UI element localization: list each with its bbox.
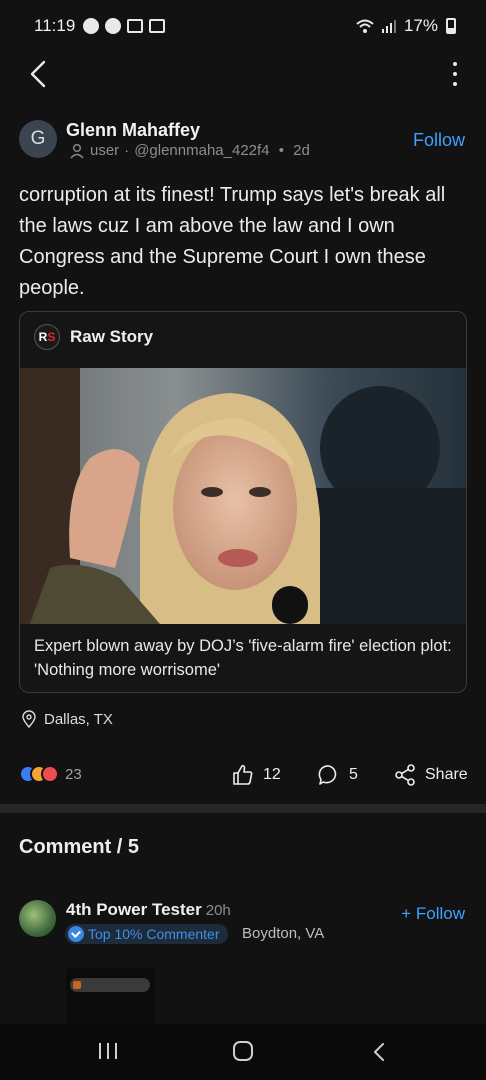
comment-count: 5 [349,766,358,783]
notification-icons [83,18,166,34]
thumbnail-bar [70,978,150,992]
source-name: Raw Story [70,327,154,346]
person-icon [70,143,84,158]
recent-apps-icon[interactable] [99,1043,117,1059]
top-commenter-badge: Top 10% Commenter [65,924,228,944]
commenter-name[interactable]: 4th Power Tester [66,900,202,919]
status-right: 17% [356,16,456,36]
article-title[interactable]: Expert blown away by DOJ’s 'five-alarm f… [34,634,454,682]
meta-separator: · [124,142,130,159]
system-nav-bar [0,1024,486,1080]
badge-check-icon [68,926,84,942]
meta-dot: • [274,142,289,159]
facebook-icon [83,18,100,34]
section-divider [0,804,486,813]
status-left: 11:19 [34,16,166,36]
location-pin-icon [22,710,36,728]
wifi-icon [356,19,374,33]
angry-reaction-icon [41,765,59,783]
top-nav [0,52,486,96]
battery-percent: 17% [403,16,438,35]
chevron-left-icon[interactable] [28,60,50,88]
comments-header: Comment / 5 [19,836,140,858]
source-logo: RS [34,324,60,350]
share-icon [395,764,415,786]
comment-attachment-thumbnail[interactable] [66,968,154,1024]
link-preview-card[interactable]: RS Raw Story Expert blown away by DOJ’s … [19,311,467,693]
thumbs-up-icon [233,764,253,785]
commenter-follow-button[interactable]: + Follow [401,904,465,924]
author-name[interactable]: Glenn Mahaffey [66,120,200,141]
actions-row: 23 12 5 Share [19,760,469,794]
source-row: RS Raw Story [34,324,153,350]
reactions-summary[interactable]: 23 [19,765,82,783]
follow-button[interactable]: Follow [413,130,465,151]
post-age: 2d [293,142,310,159]
commenter-name-row: 4th Power Tester 20h [66,900,231,920]
badge-label: Top 10% Commenter [88,926,220,942]
back-icon[interactable] [372,1041,386,1063]
author-handle: @glennmaha_422f4 [134,142,270,159]
location-row: Dallas, TX [21,710,113,728]
commenter-location: Boydton, VA [242,925,325,942]
location-text: Dallas, TX [44,710,113,728]
commenter-avatar[interactable] [19,900,56,937]
status-bar: 11:19 17% [0,0,486,52]
avatar[interactable]: G [19,120,57,158]
battery-icon [446,18,456,34]
clock: 11:19 [34,16,76,35]
post-header: G Glenn Mahaffey user · @glennmaha_422f4… [19,118,469,166]
signal-icon [381,20,396,33]
like-count: 12 [263,766,281,783]
article-image[interactable] [20,368,466,624]
comment-age: 20h [205,902,231,919]
comment-icon [318,765,337,785]
article-photo [20,368,466,624]
comment-item: 4th Power Tester 20h Top 10% Commenter Bo… [19,898,469,958]
home-icon[interactable] [233,1041,253,1061]
calendar-icon [149,19,166,33]
post-text: corruption at its finest! Trump says let… [19,184,446,299]
news-icon [105,18,122,34]
share-button[interactable]: Share [393,763,468,787]
thumbnail-app-icon [73,981,81,989]
like-button[interactable]: 12 [231,763,281,787]
share-label: Share [425,766,468,783]
reaction-count: 23 [65,765,82,783]
gallery-icon [127,19,144,33]
comment-button[interactable]: 5 [317,763,358,787]
author-role: user [90,142,120,159]
author-meta: user · @glennmaha_422f4 • 2d [69,142,310,159]
more-vertical-icon[interactable] [452,62,458,86]
